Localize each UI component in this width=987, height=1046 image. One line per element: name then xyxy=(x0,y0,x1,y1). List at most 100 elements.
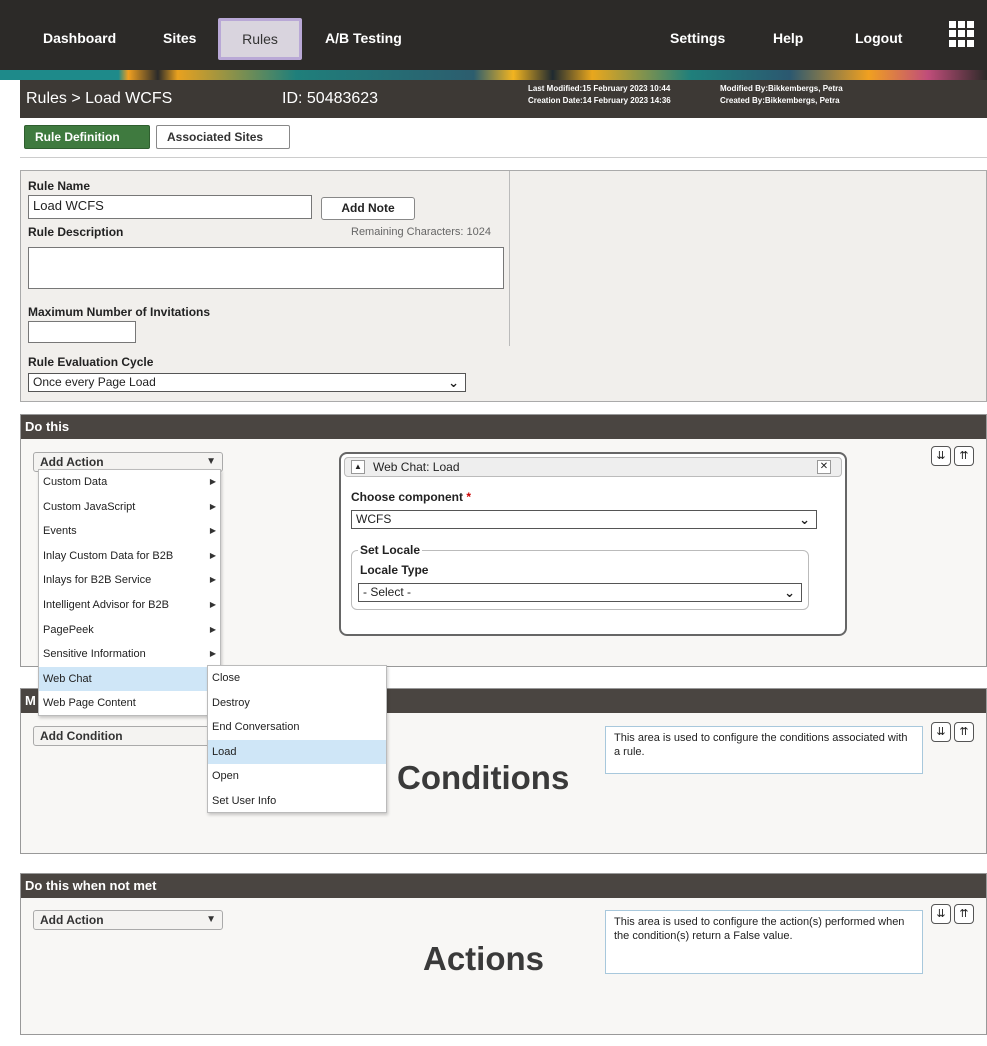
eval-cycle-value: Once every Page Load xyxy=(33,375,156,389)
menu-item-label: Custom JavaScript xyxy=(43,500,136,513)
created-by: Created By:Bikkembergs, Petra xyxy=(720,96,840,105)
last-modified: Last Modified:15 February 2023 10:44 xyxy=(528,84,671,93)
conditions-big-label: Conditions xyxy=(397,759,570,796)
chevron-down-icon: ⌄ xyxy=(448,375,459,390)
do-this-collapse-buttons: ⇊ ⇈ xyxy=(931,446,977,466)
add-note-button[interactable]: Add Note xyxy=(321,197,415,220)
rule-title-bar: Rules > Load WCFS ID: 50483623 Last Modi… xyxy=(20,80,987,118)
breadcrumb: Rules > Load WCFS xyxy=(26,90,173,107)
component-value: WCFS xyxy=(356,512,392,526)
menu-item-label: PagePeek xyxy=(43,623,94,636)
menu-item-pagepeek[interactable]: PagePeek ▶ xyxy=(39,618,220,643)
not-met-collapse-buttons: ⇊ ⇈ xyxy=(931,904,977,924)
submenu-item-end-conversation[interactable]: End Conversation xyxy=(208,715,386,740)
double-chevron-up-icon[interactable]: ⇈ xyxy=(954,722,974,742)
tab-associated-sites[interactable]: Associated Sites xyxy=(156,125,290,149)
menu-item-web-page-content[interactable]: Web Page Content xyxy=(39,691,220,716)
nav-help[interactable]: Help xyxy=(773,30,803,46)
submenu-item-close[interactable]: Close xyxy=(208,666,386,691)
widget-title: Web Chat: Load xyxy=(373,460,460,474)
eval-cycle-select[interactable]: Once every Page Load ⌄ xyxy=(28,373,466,392)
rule-description-textarea[interactable] xyxy=(28,247,504,289)
nav-dashboard[interactable]: Dashboard xyxy=(43,30,116,46)
menu-item-web-chat[interactable]: Web Chat xyxy=(39,666,220,692)
double-chevron-down-icon[interactable]: ⇊ xyxy=(931,904,951,924)
max-invitations-label: Maximum Number of Invitations xyxy=(28,305,211,319)
brand-stripe xyxy=(0,70,987,80)
collapse-triangle-icon[interactable]: ▲ xyxy=(351,460,365,474)
menu-item-label: Custom Data xyxy=(43,476,108,488)
submenu-item-set-user-info[interactable]: Set User Info xyxy=(208,789,386,814)
choose-component-text: Choose component xyxy=(351,490,464,504)
eval-cycle-label: Rule Evaluation Cycle xyxy=(28,355,154,369)
top-navigation: Dashboard Sites Rules A/B Testing Settin… xyxy=(0,0,987,70)
submenu-item-open[interactable]: Open xyxy=(208,764,386,789)
triangle-right-icon: ▶ xyxy=(209,649,216,659)
add-condition-label: Add Condition xyxy=(40,729,123,743)
triangle-right-icon: ▶ xyxy=(209,624,216,634)
chevron-down-icon: ▼ xyxy=(206,914,216,925)
menu-item-sensitive-information[interactable]: Sensitive Information ▶ xyxy=(39,642,220,667)
menu-item-label: Events xyxy=(43,525,77,538)
nav-rules-label: Rules xyxy=(242,31,278,47)
add-action-menu: Custom Data ▶ Custom JavaScript ▶ Events ▶ … xyxy=(38,469,221,716)
chevron-down-icon: ⌄ xyxy=(799,512,810,527)
nav-ab-testing[interactable]: A/B Testing xyxy=(325,30,402,46)
locale-type-select[interactable]: - Select - ⌄ xyxy=(358,583,802,602)
close-icon[interactable]: ✕ xyxy=(817,460,831,474)
not-met-info-box: This area is used to configure the actio… xyxy=(605,910,923,974)
menu-item-label: Intelligent Advisor for B2B xyxy=(43,598,169,611)
actions-big-label: Actions xyxy=(423,940,545,977)
add-condition-select[interactable]: Add Condition ▼ xyxy=(33,726,223,746)
submenu-item-load[interactable]: Load xyxy=(208,739,386,765)
menu-item-inlays-b2b[interactable]: Inlays for B2B Service ▶ xyxy=(39,568,220,593)
choose-component-label: Choose component * xyxy=(351,490,471,504)
double-chevron-down-icon[interactable]: ⇊ xyxy=(931,722,951,742)
triangle-right-icon: ▶ xyxy=(209,575,216,585)
rule-name-label: Rule Name xyxy=(28,179,91,193)
triangle-right-icon: ▶ xyxy=(209,599,216,609)
conditions-info-box: This area is used to configure the condi… xyxy=(605,726,923,774)
set-locale-fieldset: Set Locale Locale Type - Select - ⌄ xyxy=(351,543,809,610)
tab-rule-definition[interactable]: Rule Definition xyxy=(24,125,150,149)
max-invitations-input[interactable] xyxy=(28,321,136,343)
nav-settings[interactable]: Settings xyxy=(670,30,725,46)
component-select[interactable]: WCFS ⌄ xyxy=(351,510,817,529)
panel-divider xyxy=(509,171,510,346)
not-met-section: Do this when not met Add Action ▼ This a… xyxy=(20,873,987,1035)
creation-date: Creation Date:14 February 2023 14:36 xyxy=(528,96,671,105)
required-mark: * xyxy=(466,490,472,504)
remaining-characters: Remaining Characters: 1024 xyxy=(351,226,492,238)
rule-definition-panel: Rule Name Load WCFS Add Note Rule Descri… xyxy=(20,170,987,402)
locale-type-value: - Select - xyxy=(363,585,412,599)
menu-item-events[interactable]: Events ▶ xyxy=(39,519,220,544)
double-chevron-up-icon[interactable]: ⇈ xyxy=(954,904,974,924)
grid-menu-icon[interactable] xyxy=(949,21,975,47)
locale-type-label: Locale Type xyxy=(360,563,429,577)
menu-item-label: Web Page Content xyxy=(43,697,136,710)
triangle-right-icon: ▶ xyxy=(209,526,216,536)
menu-item-label: Inlays for B2B Service xyxy=(43,574,152,587)
rule-name-input[interactable]: Load WCFS xyxy=(28,195,312,219)
web-chat-submenu: Close Destroy End Conversation Load Open… xyxy=(207,665,387,813)
web-chat-load-widget: ▲ Web Chat: Load ✕ Choose component * WC… xyxy=(339,452,847,636)
nav-rules[interactable]: Rules xyxy=(218,18,302,60)
menu-item-custom-data[interactable]: Custom Data ▶ xyxy=(39,470,220,495)
menu-item-inlay-custom-data[interactable]: Inlay Custom Data for B2B ▶ xyxy=(39,544,220,569)
double-chevron-up-icon[interactable]: ⇈ xyxy=(954,446,974,466)
nav-sites[interactable]: Sites xyxy=(163,30,196,46)
widget-header: ▲ Web Chat: Load ✕ xyxy=(344,457,842,477)
not-met-add-action-select[interactable]: Add Action ▼ xyxy=(33,910,223,930)
menu-item-custom-javascript[interactable]: Custom JavaScript ▶ xyxy=(39,495,220,520)
conditions-collapse-buttons: ⇊ ⇈ xyxy=(931,722,977,742)
submenu-item-destroy[interactable]: Destroy xyxy=(208,691,386,716)
not-met-add-action-label: Add Action xyxy=(40,913,104,927)
triangle-right-icon: ▶ xyxy=(209,477,216,486)
add-action-label: Add Action xyxy=(40,455,104,469)
tab-bar: Rule Definition Associated Sites xyxy=(20,118,987,158)
nav-logout[interactable]: Logout xyxy=(855,30,902,46)
menu-item-intelligent-advisor[interactable]: Intelligent Advisor for B2B ▶ xyxy=(39,593,220,618)
double-chevron-down-icon[interactable]: ⇊ xyxy=(931,446,951,466)
modified-by: Modified By:Bikkembergs, Petra xyxy=(720,84,843,93)
menu-item-label: Sensitive Information xyxy=(43,648,146,661)
